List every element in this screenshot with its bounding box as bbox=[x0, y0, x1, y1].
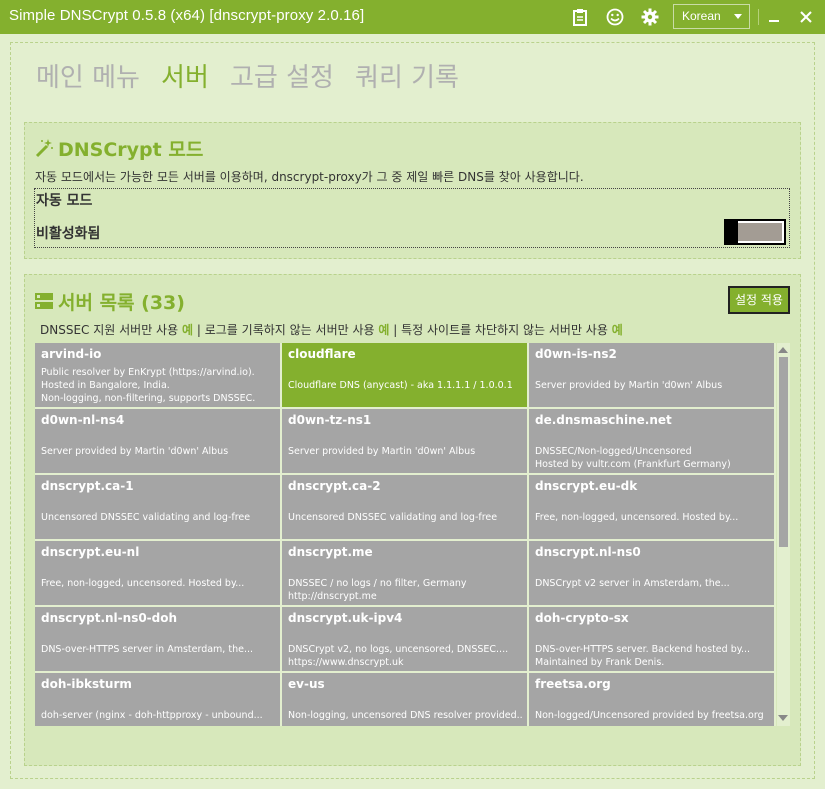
title-bar: Simple DNSCrypt 0.5.8 (x64) [dnscrypt-pr… bbox=[0, 0, 825, 34]
server-card[interactable]: d0wn-nl-ns4 Server provided by Martin 'd… bbox=[35, 409, 280, 473]
server-card[interactable]: doh-ibksturm doh-server (nginx - doh-htt… bbox=[35, 673, 280, 726]
server-card[interactable]: dnscrypt.ca-2 Uncensored DNSSEC validati… bbox=[282, 475, 527, 539]
window-title: Simple DNSCrypt 0.5.8 (x64) [dnscrypt-pr… bbox=[9, 7, 365, 24]
server-name: dnscrypt.ca-2 bbox=[288, 479, 381, 493]
server-card[interactable]: doh-crypto-sx DNS-over-HTTPS server. Bac… bbox=[529, 607, 774, 671]
toggle-track bbox=[738, 223, 782, 241]
close-icon[interactable] bbox=[796, 7, 816, 27]
auto-mode-toggle[interactable] bbox=[724, 219, 786, 245]
server-name: dnscrypt.me bbox=[288, 545, 373, 559]
server-name: cloudflare bbox=[288, 347, 356, 361]
server-name: dnscrypt.eu-nl bbox=[41, 545, 140, 559]
server-name: dnscrypt.nl-ns0-doh bbox=[41, 611, 178, 625]
server-description: Uncensored DNSSEC validating and log-fre… bbox=[41, 512, 251, 523]
server-name: dnscrypt.nl-ns0 bbox=[535, 545, 641, 559]
server-card[interactable]: ev-us Non-logging, uncensored DNS resolv… bbox=[282, 673, 527, 726]
server-card[interactable]: de.dnsmaschine.net DNSSEC/Non-logged/Unc… bbox=[529, 409, 774, 473]
server-description: Server provided by Martin 'd0wn' Albus bbox=[535, 380, 723, 391]
auto-mode-box bbox=[34, 188, 790, 248]
tab-query-log[interactable]: 쿼리 기록 bbox=[355, 57, 459, 94]
scroll-down-icon[interactable] bbox=[778, 715, 788, 721]
filter-nofilter-toggle[interactable]: 예 bbox=[612, 323, 623, 337]
tab-main-menu[interactable]: 메인 메뉴 bbox=[36, 57, 140, 94]
server-list-heading: 서버 목록 (33) bbox=[34, 288, 185, 316]
server-card[interactable]: dnscrypt.nl-ns0 DNSCrypt v2 server in Am… bbox=[529, 541, 774, 605]
server-name: doh-ibksturm bbox=[41, 677, 132, 691]
server-name: dnscrypt.eu-dk bbox=[535, 479, 638, 493]
language-select-value: Korean bbox=[682, 9, 721, 23]
filter-dnssec-label: DNSSEC 지원 서버만 사용 bbox=[40, 323, 179, 337]
server-description: DNSSEC / no logs / no filter, Germany ht… bbox=[288, 578, 467, 602]
server-description: Free, non-logged, uncensored. Hosted by.… bbox=[41, 578, 245, 589]
server-description: DNS-over-HTTPS server in Amsterdam, the.… bbox=[41, 644, 254, 655]
server-description: doh-server (nginx - doh-httpproxy - unbo… bbox=[41, 710, 263, 721]
server-card[interactable]: cloudflare Cloudflare DNS (anycast) - ak… bbox=[282, 343, 527, 407]
filter-nofilter-label: 특정 사이트를 차단하지 않는 서버만 사용 bbox=[401, 323, 608, 337]
tab-advanced-settings[interactable]: 고급 설정 bbox=[230, 57, 334, 94]
tab-servers[interactable]: 서버 bbox=[161, 57, 209, 94]
tab-bar: 메인 메뉴 서버 고급 설정 쿼리 기록 bbox=[36, 57, 475, 97]
server-card[interactable]: dnscrypt.ca-1 Uncensored DNSSEC validati… bbox=[35, 475, 280, 539]
server-card[interactable]: arvind-io Public resolver by EnKrypt (htt… bbox=[35, 343, 280, 407]
server-card[interactable]: dnscrypt.uk-ipv4 DNSCrypt v2, no logs, u… bbox=[282, 607, 527, 671]
magic-wand-icon bbox=[34, 138, 54, 163]
server-name: d0wn-is-ns2 bbox=[535, 347, 617, 361]
server-name: dnscrypt.ca-1 bbox=[41, 479, 134, 493]
server-list-title: 서버 목록 (33) bbox=[58, 292, 185, 314]
server-description: Cloudflare DNS (anycast) - aka 1.1.1.1 /… bbox=[288, 380, 513, 391]
server-card[interactable]: dnscrypt.eu-nl Free, non-logged, uncenso… bbox=[35, 541, 280, 605]
filter-separator: | bbox=[393, 323, 398, 337]
server-card[interactable]: dnscrypt.nl-ns0-doh DNS-over-HTTPS serve… bbox=[35, 607, 280, 671]
server-description: Uncensored DNSSEC validating and log-fre… bbox=[288, 512, 498, 523]
clipboard-icon[interactable] bbox=[570, 7, 590, 27]
auto-mode-label: 자동 모드 bbox=[36, 193, 93, 209]
server-card[interactable]: d0wn-tz-ns1 Server provided by Martin 'd… bbox=[282, 409, 527, 473]
server-description: Non-logged/Uncensored provided by freets… bbox=[535, 710, 764, 721]
auto-mode-status: 비활성화됨 bbox=[36, 226, 101, 242]
gear-icon[interactable] bbox=[640, 7, 660, 27]
server-card[interactable]: dnscrypt.me DNSSEC / no logs / no filter… bbox=[282, 541, 527, 605]
title-separator bbox=[758, 9, 759, 25]
server-name: freetsa.org bbox=[535, 677, 611, 691]
server-name: ev-us bbox=[288, 677, 325, 691]
server-grid-scrollbar[interactable] bbox=[777, 343, 790, 726]
smiley-icon[interactable] bbox=[605, 7, 625, 27]
filter-separator: | bbox=[196, 323, 201, 337]
server-description: Server provided by Martin 'd0wn' Albus bbox=[41, 446, 229, 457]
filter-nolog-label: 로그를 기록하지 않는 서버만 사용 bbox=[204, 323, 375, 337]
filter-dnssec-toggle[interactable]: 예 bbox=[182, 323, 193, 337]
language-select[interactable]: Korean bbox=[673, 4, 750, 29]
server-grid: arvind-io Public resolver by EnKrypt (htt… bbox=[35, 343, 776, 726]
dnscrypt-mode-title: DNSCrypt 모드 bbox=[58, 139, 204, 161]
server-filters: DNSSEC 지원 서버만 사용 예 | 로그를 기록하지 않는 서버만 사용 … bbox=[40, 321, 623, 338]
server-card[interactable]: freetsa.org Non-logged/Uncensored provid… bbox=[529, 673, 774, 726]
server-card[interactable]: dnscrypt.eu-dk Free, non-logged, uncenso… bbox=[529, 475, 774, 539]
server-name: arvind-io bbox=[41, 347, 102, 361]
server-description: DNS-over-HTTPS server. Backend hosted by… bbox=[535, 644, 751, 668]
toggle-knob bbox=[726, 221, 738, 243]
server-description: DNSCrypt v2 server in Amsterdam, the... bbox=[535, 578, 730, 589]
server-name: doh-crypto-sx bbox=[535, 611, 629, 625]
scroll-thumb[interactable] bbox=[779, 357, 788, 547]
server-description: Server provided by Martin 'd0wn' Albus bbox=[288, 446, 476, 457]
dnscrypt-mode-heading: DNSCrypt 모드 bbox=[34, 135, 203, 163]
server-description: Free, non-logged, uncensored. Hosted by.… bbox=[535, 512, 739, 523]
server-icon bbox=[34, 291, 54, 316]
server-name: dnscrypt.uk-ipv4 bbox=[288, 611, 403, 625]
server-description: DNSSEC/Non-logged/Uncensored Hosted by v… bbox=[535, 446, 731, 470]
server-card[interactable]: d0wn-is-ns2 Server provided by Martin 'd… bbox=[529, 343, 774, 407]
chevron-down-icon bbox=[734, 14, 742, 19]
filter-nolog-toggle[interactable]: 예 bbox=[378, 323, 389, 337]
minimize-icon[interactable] bbox=[764, 7, 784, 27]
server-name: d0wn-nl-ns4 bbox=[41, 413, 125, 427]
server-name: de.dnsmaschine.net bbox=[535, 413, 672, 427]
dnscrypt-mode-description: 자동 모드에서는 가능한 모든 서버를 이용하며, dnscrypt-proxy… bbox=[35, 170, 584, 184]
server-description: Non-logging, uncensored DNS resolver pro… bbox=[288, 710, 523, 721]
apply-settings-button[interactable]: 설정 적용 bbox=[728, 286, 790, 314]
scroll-up-icon[interactable] bbox=[778, 347, 788, 353]
server-description: Public resolver by EnKrypt (https://arvi… bbox=[41, 367, 256, 404]
server-description: DNSCrypt v2, no logs, uncensored, DNSSEC… bbox=[288, 644, 509, 668]
server-name: d0wn-tz-ns1 bbox=[288, 413, 372, 427]
